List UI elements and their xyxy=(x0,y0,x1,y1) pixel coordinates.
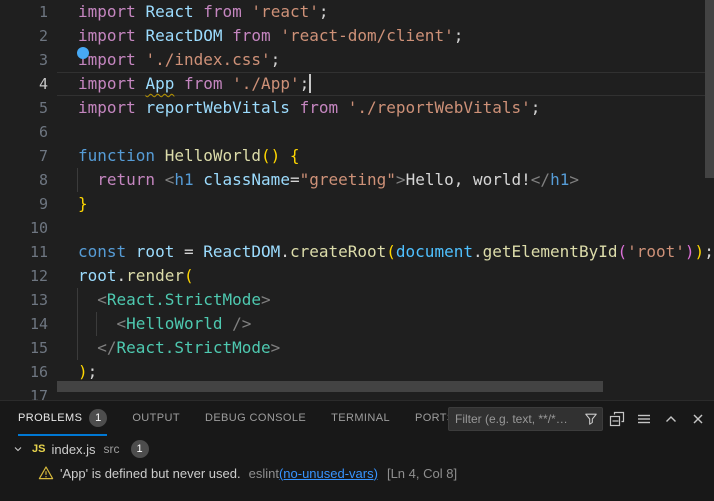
problems-file-name: index.js xyxy=(51,442,95,457)
code-line[interactable]: import ReactDOM from 'react-dom/client'; xyxy=(78,24,714,48)
code-line[interactable]: </React.StrictMode> xyxy=(78,336,714,360)
line-number: 13 xyxy=(0,288,48,312)
filter-funnel-icon[interactable] xyxy=(584,412,598,426)
indent-guide xyxy=(77,336,78,360)
code-line[interactable]: root.render( xyxy=(78,264,714,288)
problems-list: JS index.js src 1 'App' is defined but n… xyxy=(0,437,714,485)
code-line[interactable] xyxy=(78,216,714,240)
file-problems-count-badge: 1 xyxy=(131,440,149,458)
panel-toolbar xyxy=(609,401,706,436)
problem-message: 'App' is defined but never used. xyxy=(60,466,241,481)
vscode-window: 1234567891011121314151617 import React f… xyxy=(0,0,714,501)
line-number: 9 xyxy=(0,192,48,216)
line-number: 4 xyxy=(0,72,48,96)
indent-guide xyxy=(96,312,97,336)
warning-icon xyxy=(38,465,54,481)
panel-tab-bar: PROBLEMS 1 OUTPUT DEBUG CONSOLE TERMINAL… xyxy=(18,401,455,436)
line-number: 10 xyxy=(0,216,48,240)
problems-file-row[interactable]: JS index.js src 1 xyxy=(0,437,714,461)
problems-filter-input[interactable] xyxy=(449,412,582,426)
line-number: 2 xyxy=(0,24,48,48)
text-cursor xyxy=(309,74,311,93)
problem-location: [Ln 4, Col 8] xyxy=(387,466,457,481)
indent-guide xyxy=(77,288,78,312)
code-line[interactable]: import React from 'react'; xyxy=(78,0,714,24)
problem-rule-link[interactable]: (no-unused-vars) xyxy=(279,466,378,481)
vertical-scrollbar[interactable] xyxy=(705,0,714,178)
line-number: 14 xyxy=(0,312,48,336)
tab-output-label: OUTPUT xyxy=(132,412,180,424)
code-editor[interactable]: 1234567891011121314151617 import React f… xyxy=(0,0,714,400)
editor-gutter: 1234567891011121314151617 xyxy=(0,0,48,400)
line-number: 7 xyxy=(0,144,48,168)
tab-terminal[interactable]: TERMINAL xyxy=(331,401,390,436)
line-number: 3 xyxy=(0,48,48,72)
line-number: 6 xyxy=(0,120,48,144)
problems-file-path: src xyxy=(104,442,120,456)
code-line[interactable]: const root = ReactDOM.createRoot(documen… xyxy=(78,240,714,264)
code-line[interactable]: } xyxy=(78,192,714,216)
touch-cursor-dot xyxy=(77,47,89,59)
horizontal-scrollbar[interactable] xyxy=(57,381,603,392)
chevron-down-icon[interactable] xyxy=(12,443,24,455)
tab-problems-label: PROBLEMS xyxy=(18,412,82,424)
code-line[interactable]: import './index.css'; xyxy=(78,48,714,72)
code-line[interactable]: return <h1 className="greeting">Hello, w… xyxy=(78,168,714,192)
indent-guide xyxy=(77,312,78,336)
tab-debug-console[interactable]: DEBUG CONSOLE xyxy=(205,401,306,436)
problem-item-row[interactable]: 'App' is defined but never used. eslint … xyxy=(0,461,714,485)
indent-guide xyxy=(77,168,78,192)
line-number: 12 xyxy=(0,264,48,288)
code-line[interactable]: <HelloWorld /> xyxy=(78,312,714,336)
code-line[interactable]: <React.StrictMode> xyxy=(78,288,714,312)
problem-source: eslint xyxy=(249,466,279,481)
code-line[interactable]: import reportWebVitals from './reportWeb… xyxy=(78,96,714,120)
collapse-all-icon[interactable] xyxy=(609,411,625,427)
code-line[interactable] xyxy=(78,120,714,144)
line-number: 16 xyxy=(0,360,48,384)
problems-count-badge: 1 xyxy=(89,409,107,427)
line-number: 17 xyxy=(0,384,48,400)
code-lines[interactable]: import React from 'react';import ReactDO… xyxy=(78,0,714,400)
line-number: 5 xyxy=(0,96,48,120)
chevron-up-icon[interactable] xyxy=(663,411,679,427)
line-number: 1 xyxy=(0,0,48,24)
problems-filter-box xyxy=(448,407,603,431)
bottom-panel: PROBLEMS 1 OUTPUT DEBUG CONSOLE TERMINAL… xyxy=(0,400,714,501)
line-number: 8 xyxy=(0,168,48,192)
tab-terminal-label: TERMINAL xyxy=(331,412,390,424)
tab-problems[interactable]: PROBLEMS 1 xyxy=(18,401,107,436)
js-file-icon: JS xyxy=(32,443,45,455)
tab-debug-console-label: DEBUG CONSOLE xyxy=(205,412,306,424)
code-line[interactable]: function HelloWorld() { xyxy=(78,144,714,168)
code-line[interactable]: import App from './App'; xyxy=(78,72,714,96)
close-icon[interactable] xyxy=(690,411,706,427)
tab-output[interactable]: OUTPUT xyxy=(132,401,180,436)
list-icon[interactable] xyxy=(636,411,652,427)
line-number: 11 xyxy=(0,240,48,264)
line-number: 15 xyxy=(0,336,48,360)
